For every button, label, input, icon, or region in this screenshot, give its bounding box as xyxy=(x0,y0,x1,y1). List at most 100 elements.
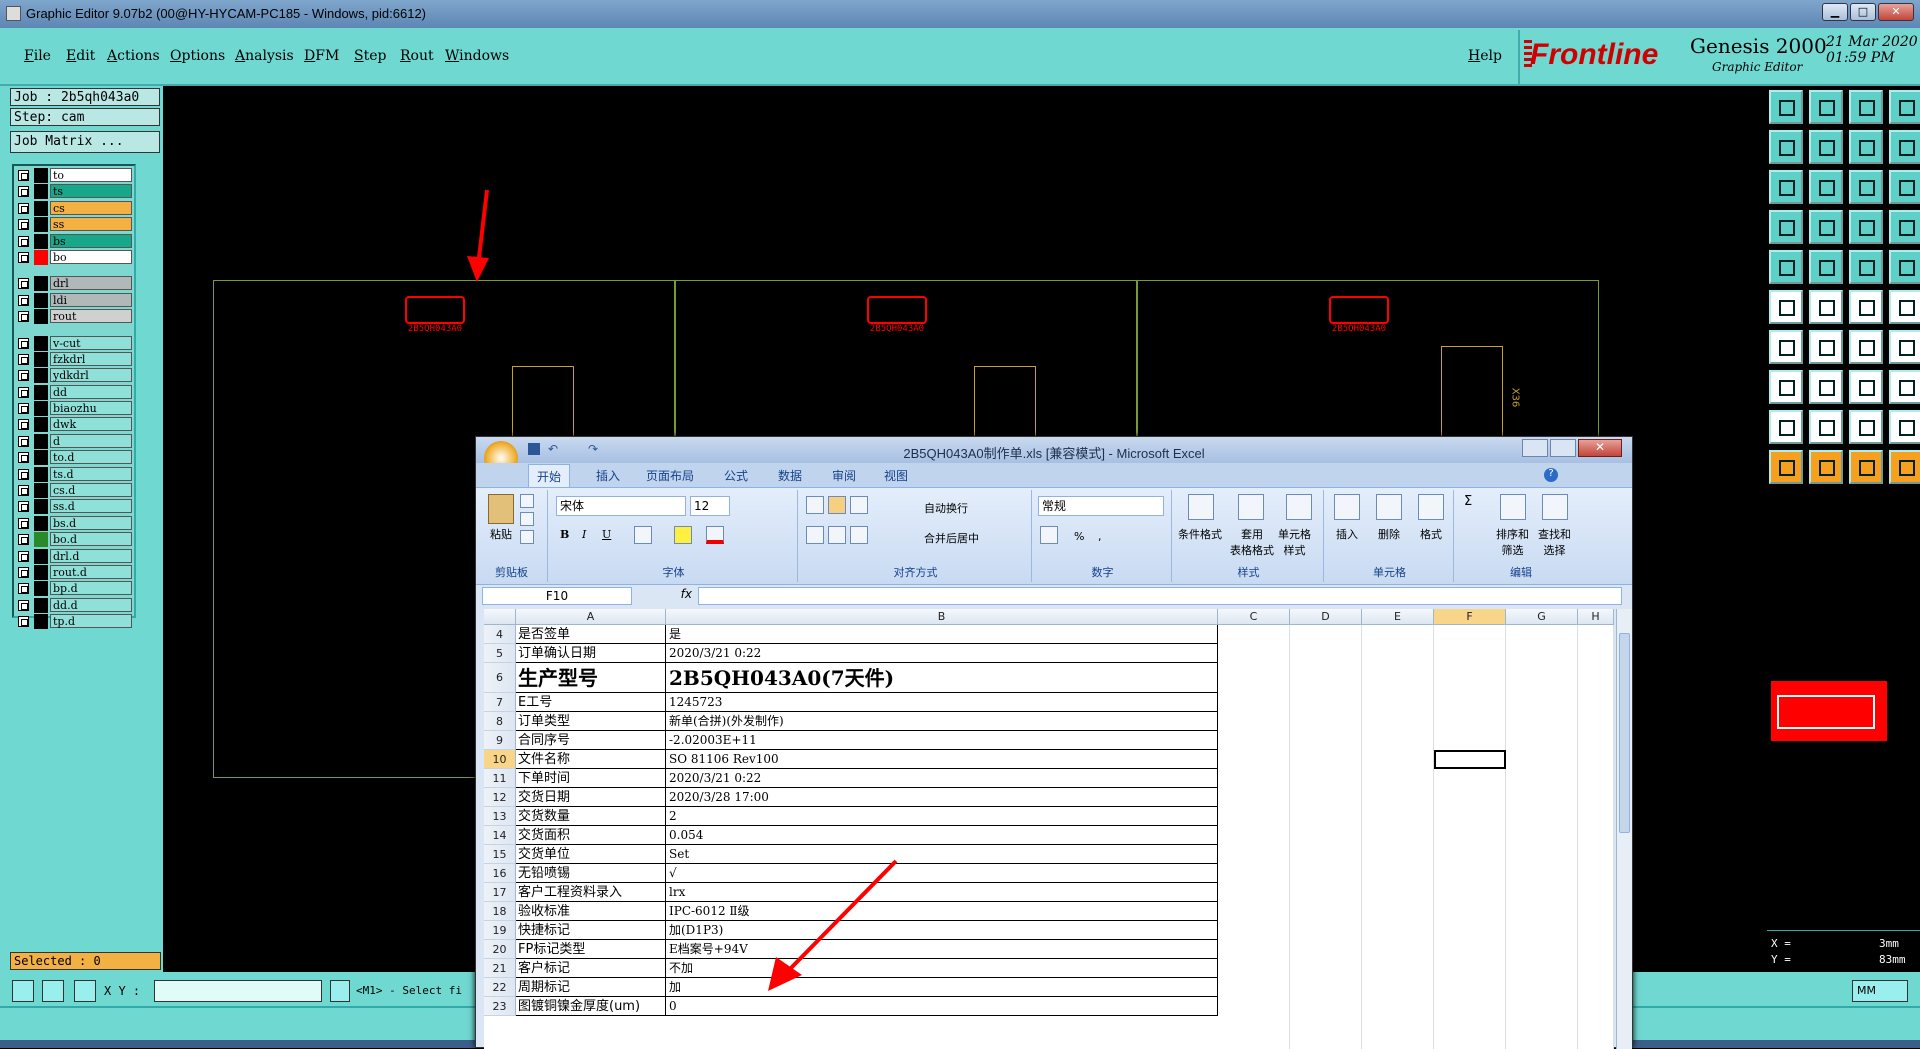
cell-b[interactable]: 2020/3/28 17:00 xyxy=(666,788,1218,807)
layer-row-dd.d[interactable]: dd.d xyxy=(14,597,134,613)
layer-row-cs.d[interactable]: cs.d xyxy=(14,483,134,498)
tool-button-3-1[interactable] xyxy=(1809,210,1843,244)
layer-name[interactable]: dwk xyxy=(50,417,132,432)
cursor-icon[interactable] xyxy=(330,980,350,1002)
layer-row-bs.d[interactable]: bs.d xyxy=(14,515,134,531)
layer-name[interactable]: ts xyxy=(50,184,132,199)
cell-a[interactable]: 客户工程资料录入 xyxy=(516,883,666,902)
tool-button-7-2[interactable] xyxy=(1849,370,1883,404)
layer-row-rout[interactable]: rout xyxy=(14,309,134,325)
cell-a[interactable]: FP标记类型 xyxy=(516,940,666,959)
layer-name[interactable]: bs xyxy=(50,233,132,248)
tool-button-5-0[interactable] xyxy=(1769,290,1803,324)
layer-row-drl[interactable]: drl xyxy=(14,276,134,292)
row-header[interactable]: 22 xyxy=(484,978,516,997)
layer-row-ts.d[interactable]: ts.d xyxy=(14,466,134,482)
layer-name[interactable]: to xyxy=(50,168,132,182)
cell-b[interactable]: 2020/3/21 0:22 xyxy=(666,769,1218,788)
tool-button-6-3[interactable] xyxy=(1889,330,1920,364)
row-header[interactable]: 10 xyxy=(484,750,516,769)
font-size-select[interactable]: 12 xyxy=(690,496,730,516)
layer-row-cs[interactable]: cs xyxy=(14,200,134,216)
tool-button-1-0[interactable] xyxy=(1769,130,1803,164)
layer-checkbox[interactable] xyxy=(18,534,29,546)
cut-icon[interactable] xyxy=(520,494,534,508)
align-bottom-icon[interactable] xyxy=(850,496,868,514)
layer-checkbox[interactable] xyxy=(18,566,29,578)
tool-button-8-2[interactable] xyxy=(1849,410,1883,444)
layer-row-drl.d[interactable]: drl.d xyxy=(14,548,134,564)
cell-a[interactable]: 订单确认日期 xyxy=(516,644,666,663)
layer-name[interactable]: drl xyxy=(50,276,132,291)
align-left-icon[interactable] xyxy=(806,526,824,544)
cell-b[interactable]: 0.054 xyxy=(666,826,1218,845)
row-header[interactable]: 19 xyxy=(484,921,516,940)
tool-button-3-2[interactable] xyxy=(1849,210,1883,244)
vertical-scrollbar[interactable] xyxy=(1616,609,1632,1049)
menu-options[interactable]: Options xyxy=(170,48,225,64)
tool-button-5-3[interactable] xyxy=(1889,290,1920,324)
tool-button-1-3[interactable] xyxy=(1889,130,1920,164)
bold-button[interactable]: B xyxy=(560,528,569,541)
row-header[interactable]: 12 xyxy=(484,788,516,807)
table-format-icon[interactable] xyxy=(1238,494,1264,520)
font-color-icon[interactable] xyxy=(706,526,724,544)
cell-a[interactable]: 是否签单 xyxy=(516,625,666,644)
name-box[interactable]: F10 xyxy=(482,587,632,605)
tab-view[interactable]: 视图 xyxy=(884,467,908,484)
cell-a[interactable]: 快捷标记 xyxy=(516,921,666,940)
cell-a[interactable]: 文件名称 xyxy=(516,750,666,769)
insert-cells-button[interactable]: 插入 xyxy=(1336,526,1358,542)
tool-button-4-1[interactable] xyxy=(1809,250,1843,284)
layer-row-ts[interactable]: ts xyxy=(14,184,134,200)
tool-button-4-0[interactable] xyxy=(1769,250,1803,284)
layer-row-d[interactable]: d xyxy=(14,433,134,449)
row-header[interactable]: 9 xyxy=(484,731,516,750)
layer-name[interactable]: cs xyxy=(50,200,132,215)
underline-button[interactable]: U xyxy=(602,528,611,541)
layer-checkbox[interactable] xyxy=(18,235,29,247)
fill-color-icon[interactable] xyxy=(674,526,692,544)
active-cell[interactable] xyxy=(1434,750,1506,769)
layer-checkbox[interactable] xyxy=(18,599,29,611)
conditional-format-button[interactable]: 条件格式 xyxy=(1178,526,1222,542)
menu-rout[interactable]: Rout xyxy=(400,48,434,64)
select-all-corner[interactable] xyxy=(484,609,516,625)
cell-b[interactable]: SO 81106 Rev100 xyxy=(666,750,1218,769)
tool-button-2-1[interactable] xyxy=(1809,170,1843,204)
maximize-button[interactable]: □ xyxy=(1850,3,1876,21)
format-painter-icon[interactable] xyxy=(520,530,534,544)
layer-row-ss[interactable]: ss xyxy=(14,217,134,233)
layer-checkbox[interactable] xyxy=(18,251,29,263)
grid-icon[interactable] xyxy=(42,980,64,1002)
job-matrix-button[interactable]: Job Matrix ... xyxy=(10,131,160,153)
column-header-H[interactable]: H xyxy=(1578,609,1614,625)
row-header[interactable]: 18 xyxy=(484,902,516,921)
cell-a[interactable]: 下单时间 xyxy=(516,769,666,788)
layer-checkbox[interactable] xyxy=(18,219,29,231)
row-header[interactable]: 6 xyxy=(484,663,516,693)
cell-style-button[interactable]: 单元格 样式 xyxy=(1278,526,1311,558)
tool-button-0-1[interactable] xyxy=(1809,90,1843,124)
layer-name[interactable]: d xyxy=(50,433,132,448)
row-header[interactable]: 11 xyxy=(484,769,516,788)
tool-button-0-3[interactable] xyxy=(1889,90,1920,124)
layer-name[interactable]: ts.d xyxy=(50,466,132,481)
excel-close[interactable]: ✕ xyxy=(1578,439,1622,457)
layer-name[interactable]: cs.d xyxy=(50,483,132,497)
layer-name[interactable]: dd xyxy=(50,384,132,399)
layer-checkbox[interactable] xyxy=(18,386,29,398)
tool-button-6-2[interactable] xyxy=(1849,330,1883,364)
row-header[interactable]: 17 xyxy=(484,883,516,902)
fx-icon[interactable]: fx xyxy=(642,587,692,605)
cell-b[interactable]: 2 xyxy=(666,807,1218,826)
units-button[interactable]: MM xyxy=(1852,980,1908,1002)
row-header[interactable]: 21 xyxy=(484,959,516,978)
tab-review[interactable]: 审阅 xyxy=(832,467,856,484)
layer-row-fzkdrl[interactable]: fzkdrl xyxy=(14,351,134,367)
font-name-select[interactable]: 宋体 xyxy=(556,496,686,516)
snap-icon[interactable] xyxy=(12,980,34,1002)
tool-button-9-0[interactable] xyxy=(1769,450,1803,484)
layer-checkbox[interactable] xyxy=(18,419,29,431)
menu-windows[interactable]: Windows xyxy=(445,48,509,64)
